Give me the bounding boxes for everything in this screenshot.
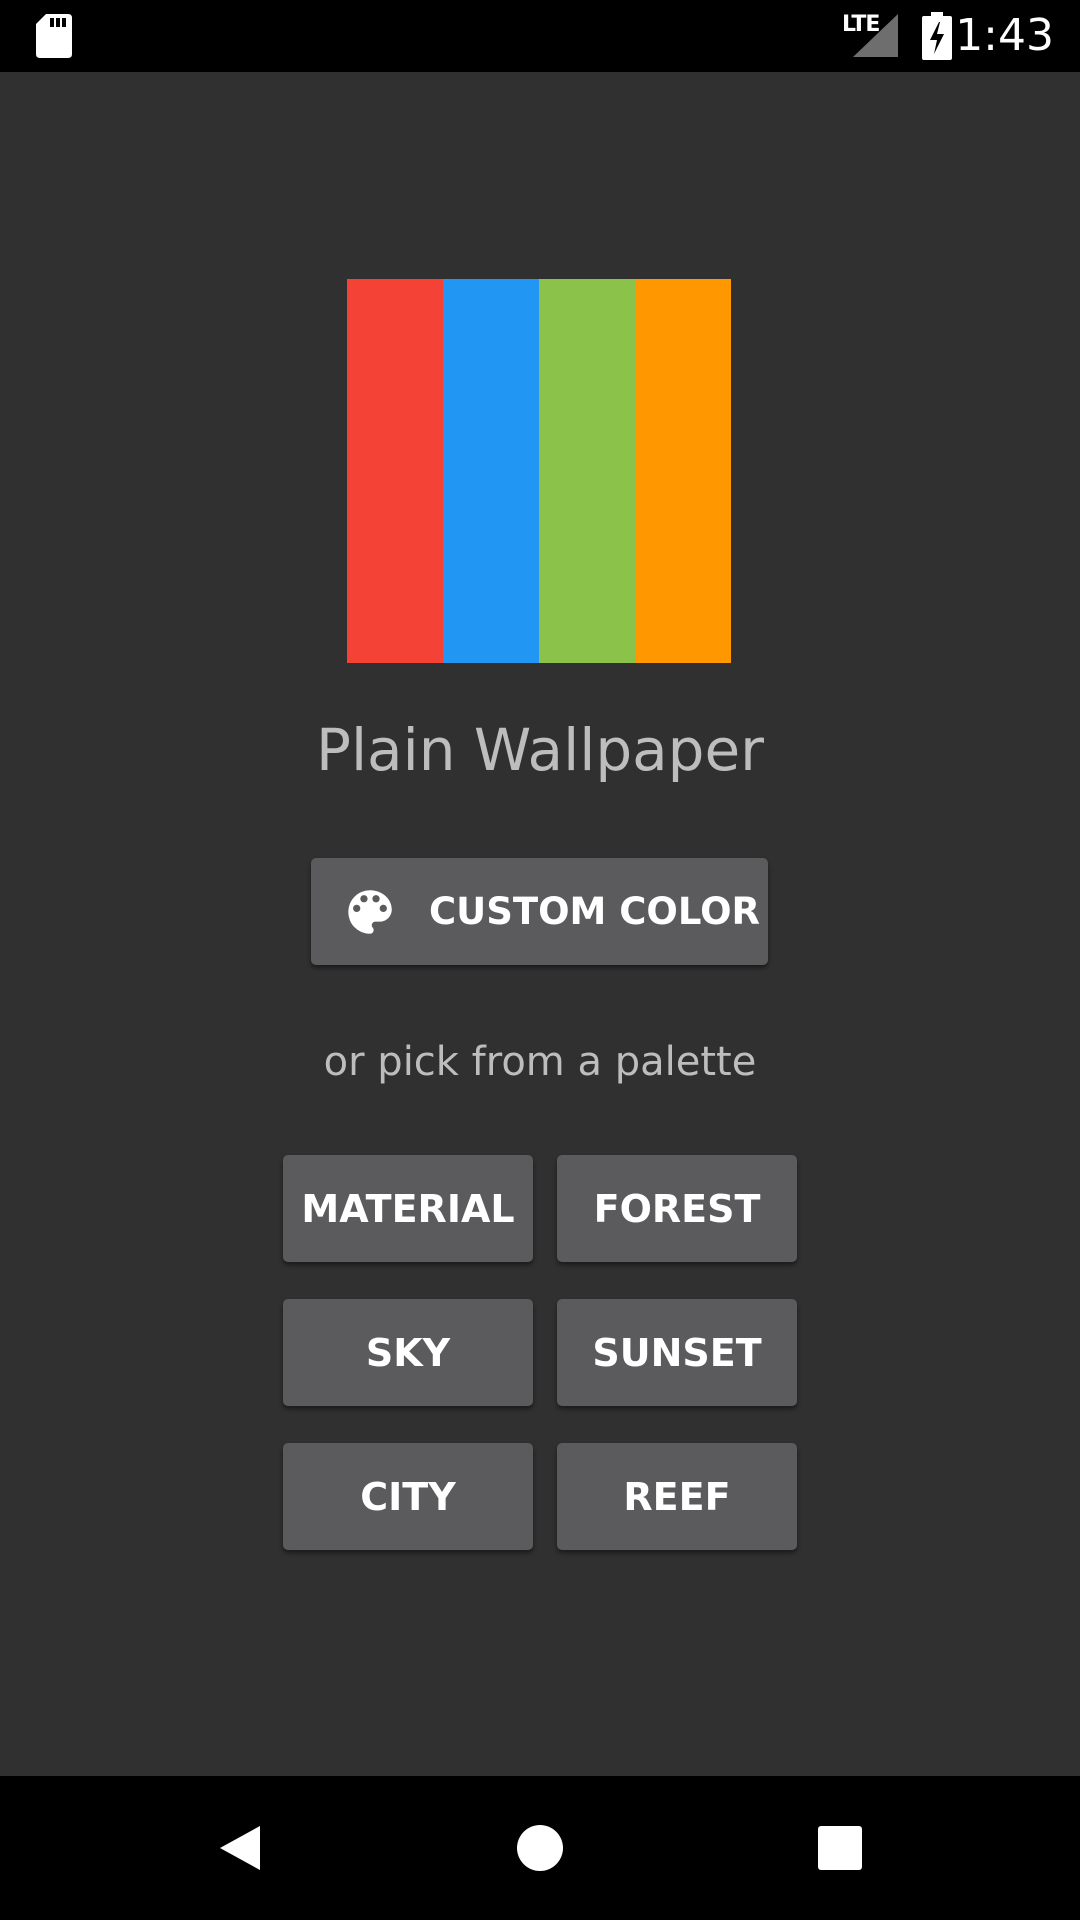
palette-button-reef[interactable]: REEF <box>557 1443 797 1550</box>
custom-color-button[interactable]: CUSTOM COLOR <box>311 858 768 965</box>
palette-button-sky[interactable]: SKY <box>283 1299 533 1406</box>
palette-button-sunset[interactable]: SUNSET <box>557 1299 797 1406</box>
palette-button-label: CITY <box>360 1474 456 1519</box>
palette-icon <box>348 889 392 934</box>
back-icon[interactable] <box>216 1824 264 1872</box>
logo-stripe-blue <box>443 279 539 663</box>
palette-button-label: REEF <box>623 1474 731 1519</box>
battery-charging-icon <box>922 12 952 60</box>
app-title: Plain Wallpaper <box>315 716 765 784</box>
screen: LTE 1:43 Plain Wallpaper CUSTOM COLOR or… <box>0 0 1080 1920</box>
logo-stripe-green <box>539 279 635 663</box>
app-logo <box>347 279 731 663</box>
palette-button-label: SUNSET <box>592 1330 762 1375</box>
palette-button-material[interactable]: MATERIAL <box>283 1155 533 1262</box>
palette-button-forest[interactable]: FOREST <box>557 1155 797 1262</box>
recents-icon[interactable] <box>817 1825 863 1871</box>
palette-prompt: or pick from a palette <box>323 1039 757 1085</box>
palette-button-label: FOREST <box>593 1186 761 1231</box>
status-clock: 1:43 <box>955 10 1054 61</box>
sd-card-icon <box>36 14 72 58</box>
status-bar: LTE 1:43 <box>0 0 1080 72</box>
custom-color-label: CUSTOM COLOR <box>429 890 761 933</box>
home-icon[interactable] <box>516 1824 564 1872</box>
palette-button-label: SKY <box>365 1330 451 1375</box>
logo-stripe-red <box>347 279 443 663</box>
logo-stripe-orange <box>635 279 731 663</box>
palette-button-label: MATERIAL <box>301 1186 515 1231</box>
signal-icon <box>853 14 898 57</box>
palette-button-city[interactable]: CITY <box>283 1443 533 1550</box>
